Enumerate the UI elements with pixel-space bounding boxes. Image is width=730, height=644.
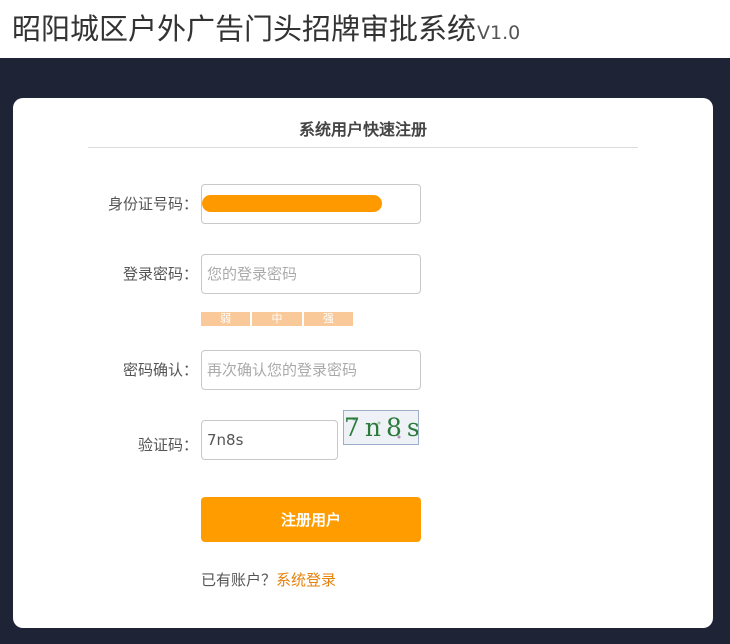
id-number-label: 身份证号码： — [107, 195, 198, 213]
login-prompt: 已有账户？ — [201, 571, 277, 589]
login-prompt-row: 已有账户？系统登录 — [201, 570, 336, 590]
header-bar: 昭阳城区户外广告门头招牌审批系统V1.0 — [0, 0, 730, 58]
strength-medium: 中 — [252, 312, 304, 326]
login-link[interactable]: 系统登录 — [276, 571, 336, 589]
register-button[interactable]: 注册用户 — [201, 497, 421, 542]
app-version: V1.0 — [477, 22, 521, 44]
register-card: 系统用户快速注册 身份证号码： 登录密码： 弱 中 强 密码确认： 验证码： 7… — [13, 98, 713, 628]
strength-weak: 弱 — [201, 312, 253, 326]
title-divider — [88, 147, 638, 148]
password-label: 登录密码： — [122, 265, 198, 283]
form-title: 系统用户快速注册 — [298, 120, 427, 139]
app-title: 昭阳城区户外广告门头招牌审批系统V1.0 — [12, 10, 520, 52]
confirm-password-label: 密码确认： — [122, 361, 198, 379]
redaction-mark — [202, 195, 382, 212]
password-strength-meter: 弱 中 强 — [201, 312, 353, 326]
confirm-password-input[interactable] — [201, 350, 421, 390]
strength-strong: 强 — [303, 312, 353, 326]
password-input[interactable] — [201, 254, 421, 294]
app-title-text: 昭阳城区户外广告门头招牌审批系统 — [12, 12, 477, 46]
captcha-input[interactable] — [201, 420, 338, 460]
captcha-image[interactable]: 7n8s — [343, 410, 419, 445]
captcha-label: 验证码： — [137, 436, 198, 454]
